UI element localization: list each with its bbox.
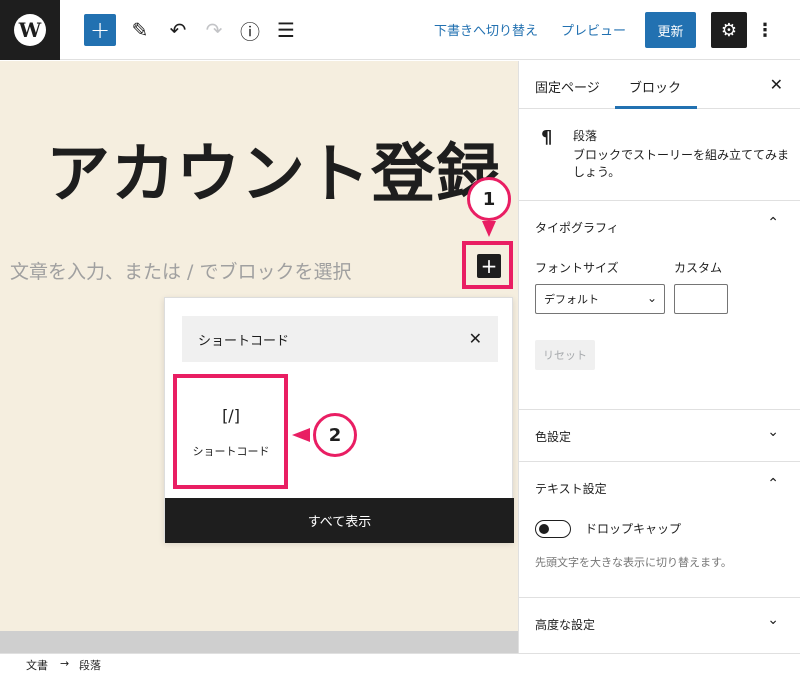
drop-cap-help-text: 先頭文字を大きな表示に切り替えます。 xyxy=(535,556,732,569)
chevron-down-icon: ⌄ xyxy=(767,424,779,440)
wordpress-icon: W xyxy=(14,14,46,46)
custom-size-input[interactable] xyxy=(674,284,728,314)
chevron-down-icon: ⌄ xyxy=(767,612,779,628)
wordpress-logo-button[interactable]: W xyxy=(0,0,60,60)
typography-panel-header[interactable]: タイポグラフィ ⌃ xyxy=(519,201,800,253)
tab-page[interactable]: 固定ページ xyxy=(535,77,600,96)
chevron-up-icon: ⌃ xyxy=(767,215,779,231)
chevron-up-icon: ⌃ xyxy=(767,476,779,492)
block-search-input[interactable] xyxy=(182,316,462,362)
block-search-box: ✕ xyxy=(182,316,498,362)
inline-inserter-plus-icon[interactable]: + xyxy=(477,254,501,278)
drop-cap-label: ドロップキャップ xyxy=(585,522,682,536)
highlight-box-2 xyxy=(173,374,288,489)
reset-button[interactable]: リセット xyxy=(535,340,595,370)
close-sidebar-icon[interactable]: ✕ xyxy=(770,75,783,94)
breadcrumb-paragraph[interactable]: 段落 xyxy=(79,657,101,673)
drop-cap-toggle[interactable] xyxy=(535,520,571,538)
redo-icon[interactable]: ↷ xyxy=(198,14,230,46)
callout-arrow-1 xyxy=(482,221,496,237)
undo-icon[interactable]: ↶ xyxy=(162,14,194,46)
color-title: 色設定 xyxy=(535,430,572,444)
block-card: ¶ 段落 ブロックでストーリーを組み立ててみましょう。 xyxy=(519,109,800,201)
paragraph-placeholder[interactable]: 文章を入力、または / でブロックを選択 xyxy=(10,257,351,284)
font-size-select-value: デフォルト xyxy=(544,293,599,306)
update-button[interactable]: 更新 xyxy=(645,12,696,48)
custom-size-label: カスタム xyxy=(674,261,723,275)
advanced-panel-header[interactable]: 高度な設定 ⌄ xyxy=(519,598,800,650)
callout-badge-1: 1 xyxy=(467,177,511,221)
add-block-button[interactable]: + xyxy=(84,14,116,46)
typography-title: タイポグラフィ xyxy=(535,221,619,235)
toggle-knob xyxy=(539,524,549,534)
canvas-bottom-strip xyxy=(0,631,518,653)
paragraph-icon: ¶ xyxy=(541,127,553,148)
clear-search-icon[interactable]: ✕ xyxy=(469,329,482,348)
sidebar-tabs: 固定ページ ブロック ✕ xyxy=(519,61,800,109)
block-description: ブロックでストーリーを組み立ててみましょう。 xyxy=(573,148,790,179)
text-settings-title: テキスト設定 xyxy=(535,482,607,496)
editor-canvas: アカウント登録 文章を入力、または / でブロックを選択 + 1 ✕ [/] シ… xyxy=(0,61,518,631)
settings-sidebar: 固定ページ ブロック ✕ ¶ 段落 ブロックでストーリーを組み立ててみましょう。… xyxy=(518,61,800,653)
show-all-button[interactable]: すべて表示 xyxy=(165,498,514,543)
callout-arrow-2 xyxy=(292,428,310,442)
block-name: 段落 xyxy=(573,129,598,143)
switch-to-draft-link[interactable]: 下書きへ切り替え xyxy=(434,20,538,39)
advanced-title: 高度な設定 xyxy=(535,618,596,632)
breadcrumb-separator: → xyxy=(60,657,70,670)
font-size-label: フォントサイズ xyxy=(535,261,619,275)
callout-badge-2: 2 xyxy=(313,413,357,457)
preview-link[interactable]: プレビュー xyxy=(561,20,626,39)
breadcrumb-document[interactable]: 文書 xyxy=(26,657,48,673)
pen-icon[interactable]: ✎ xyxy=(124,14,156,46)
chevron-down-icon: ⌄ xyxy=(646,291,657,305)
post-title[interactable]: アカウント登録 xyxy=(46,123,501,215)
color-panel-header[interactable]: 色設定 ⌄ xyxy=(519,410,800,462)
text-settings-panel-header[interactable]: テキスト設定 ⌃ xyxy=(519,462,800,514)
font-size-select[interactable]: デフォルト ⌄ xyxy=(535,284,665,314)
list-view-icon[interactable]: ☰ xyxy=(270,14,302,46)
tab-block[interactable]: ブロック xyxy=(629,77,681,96)
more-options-icon[interactable]: ⋮ xyxy=(755,14,775,46)
info-icon[interactable]: ⓘ xyxy=(234,14,266,46)
top-toolbar: W + ✎ ↶ ↷ ⓘ ☰ 下書きへ切り替え プレビュー 更新 ⚙ ⋮ xyxy=(0,0,800,60)
breadcrumb: 文書 → 段落 xyxy=(0,653,800,676)
settings-gear-icon[interactable]: ⚙ xyxy=(711,12,747,48)
